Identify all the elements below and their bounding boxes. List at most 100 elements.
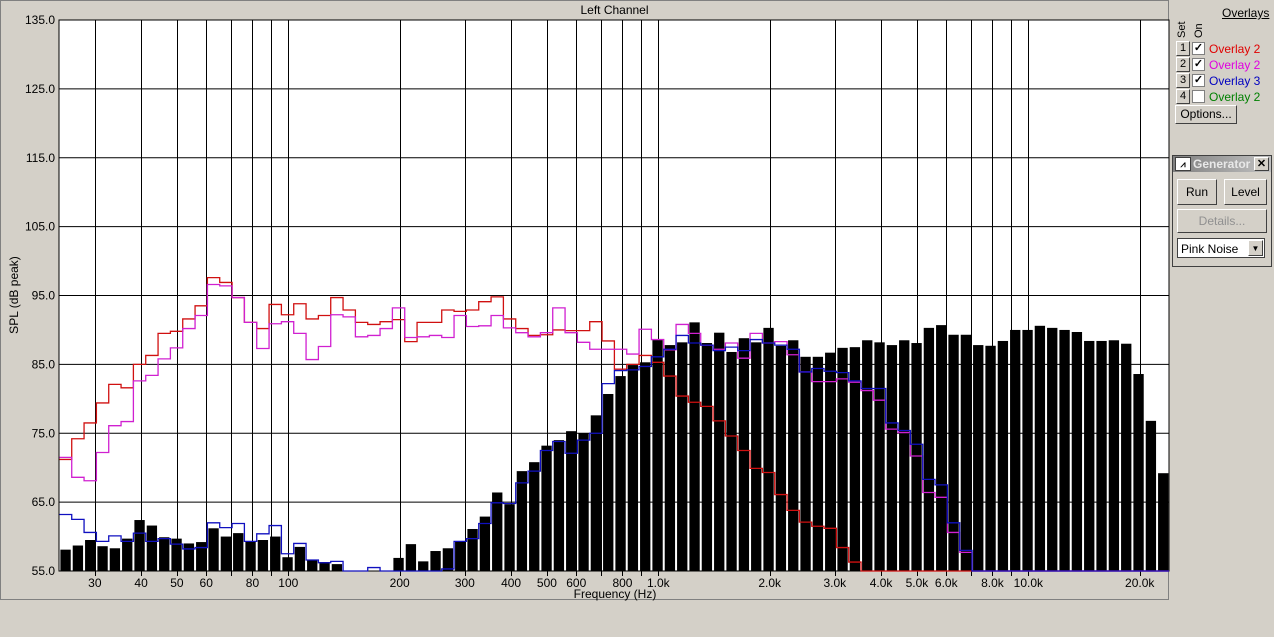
bar [714, 332, 725, 571]
check-icon: ✓ [1193, 42, 1204, 54]
bar [1071, 332, 1083, 571]
bar [208, 528, 219, 571]
on-header: On [1193, 23, 1205, 38]
bar [751, 342, 762, 571]
bar [825, 352, 836, 571]
bar [134, 520, 145, 571]
bar [233, 533, 244, 571]
level-button[interactable]: Level [1224, 179, 1267, 205]
bar [479, 516, 491, 571]
bar [282, 557, 293, 571]
overlay-set-button[interactable]: 4 [1176, 89, 1190, 104]
bar [1121, 343, 1132, 571]
bar [122, 538, 133, 571]
bar [1084, 340, 1095, 571]
details-button[interactable]: Details... [1177, 209, 1267, 233]
bar [1096, 340, 1107, 571]
generator-title: Generator [1193, 157, 1251, 171]
overlay-on-checkbox[interactable]: ✓ [1192, 74, 1205, 87]
bar [307, 559, 318, 571]
bar [627, 365, 639, 571]
overlay-on-checkbox[interactable]: ✓ [1192, 58, 1205, 71]
overlay-on-checkbox[interactable] [1192, 90, 1205, 103]
y-tick-label: 135.0 [25, 13, 55, 27]
bar [997, 340, 1009, 571]
bar [183, 543, 195, 571]
y-tick-label: 75.0 [32, 426, 56, 440]
bar [442, 548, 454, 571]
bar [652, 339, 663, 571]
bar [948, 334, 959, 571]
bar [516, 471, 528, 571]
x-tick-label: 3.0k [824, 576, 848, 590]
bar [270, 536, 281, 571]
bar [923, 327, 935, 571]
check-icon: ✓ [1193, 58, 1204, 70]
bar [603, 393, 614, 571]
overlay-set-button[interactable]: 1 [1176, 41, 1190, 56]
x-tick-label: 100 [278, 576, 298, 590]
bar [886, 345, 898, 571]
bar [418, 561, 429, 571]
bar [973, 345, 984, 571]
bar [936, 325, 947, 571]
bar [701, 343, 713, 571]
bar [689, 322, 700, 571]
bar [590, 415, 602, 571]
x-tick-label: 600 [566, 576, 586, 590]
sawtooth-wave-icon: ⩘ [1175, 157, 1191, 171]
bar [430, 551, 441, 571]
close-icon[interactable]: ✕ [1254, 157, 1269, 171]
overlay-set-button[interactable]: 3 [1176, 73, 1190, 88]
overlay-set-button[interactable]: 2 [1176, 57, 1190, 72]
bar [171, 538, 182, 571]
bar [566, 431, 577, 571]
set-header: Set [1176, 21, 1188, 38]
bar [85, 540, 96, 571]
bar [985, 345, 996, 571]
bar [467, 528, 478, 571]
bar [615, 376, 626, 571]
bar [1034, 325, 1046, 571]
check-icon: ✓ [1193, 74, 1204, 86]
x-tick-label: 40 [134, 576, 148, 590]
overlay-name: Overlay 3 [1209, 73, 1261, 88]
bar [492, 492, 503, 571]
bar [1108, 340, 1120, 571]
x-tick-label: 60 [200, 576, 214, 590]
chevron-down-icon[interactable]: ▼ [1248, 240, 1263, 256]
bar [553, 440, 565, 571]
chart-title: Left Channel [580, 3, 649, 17]
x-tick-label: 8.0k [981, 576, 1005, 590]
x-tick-label: 80 [246, 576, 260, 590]
x-tick-label: 50 [170, 576, 184, 590]
bar [960, 334, 972, 571]
x-tick-label: 800 [612, 576, 632, 590]
bar [664, 345, 676, 571]
run-button[interactable]: Run [1177, 179, 1217, 205]
bar [812, 356, 824, 571]
bar [72, 545, 84, 571]
options-button[interactable]: Options... [1175, 105, 1237, 124]
overlay-on-checkbox[interactable]: ✓ [1192, 42, 1205, 55]
bar [109, 548, 121, 571]
bar [196, 542, 207, 571]
bar [726, 351, 737, 571]
bar [529, 462, 540, 571]
signal-select[interactable]: Pink Noise ▼ [1177, 238, 1265, 258]
overlay-panel: Overlays Set On 1 ✓ Overlay 2 2 ✓ Overlay 2 3 ✓… [1172, 0, 1274, 637]
bar [319, 562, 330, 571]
bar [146, 525, 158, 571]
bar [1010, 329, 1021, 571]
y-tick-label: 105.0 [25, 220, 55, 234]
overlay-row: 4 Overlay 2 [1176, 89, 1260, 104]
generator-titlebar[interactable]: ⩘ Generator ✕ [1173, 156, 1271, 172]
y-tick-label: 85.0 [32, 357, 56, 371]
bar [504, 504, 515, 571]
bar [1145, 420, 1157, 571]
x-tick-label: 300 [455, 576, 475, 590]
bar [294, 546, 306, 571]
y-axis-label: SPL (dB peak) [7, 256, 21, 334]
overlays-title: Overlays [1222, 6, 1270, 20]
bar [899, 340, 910, 571]
